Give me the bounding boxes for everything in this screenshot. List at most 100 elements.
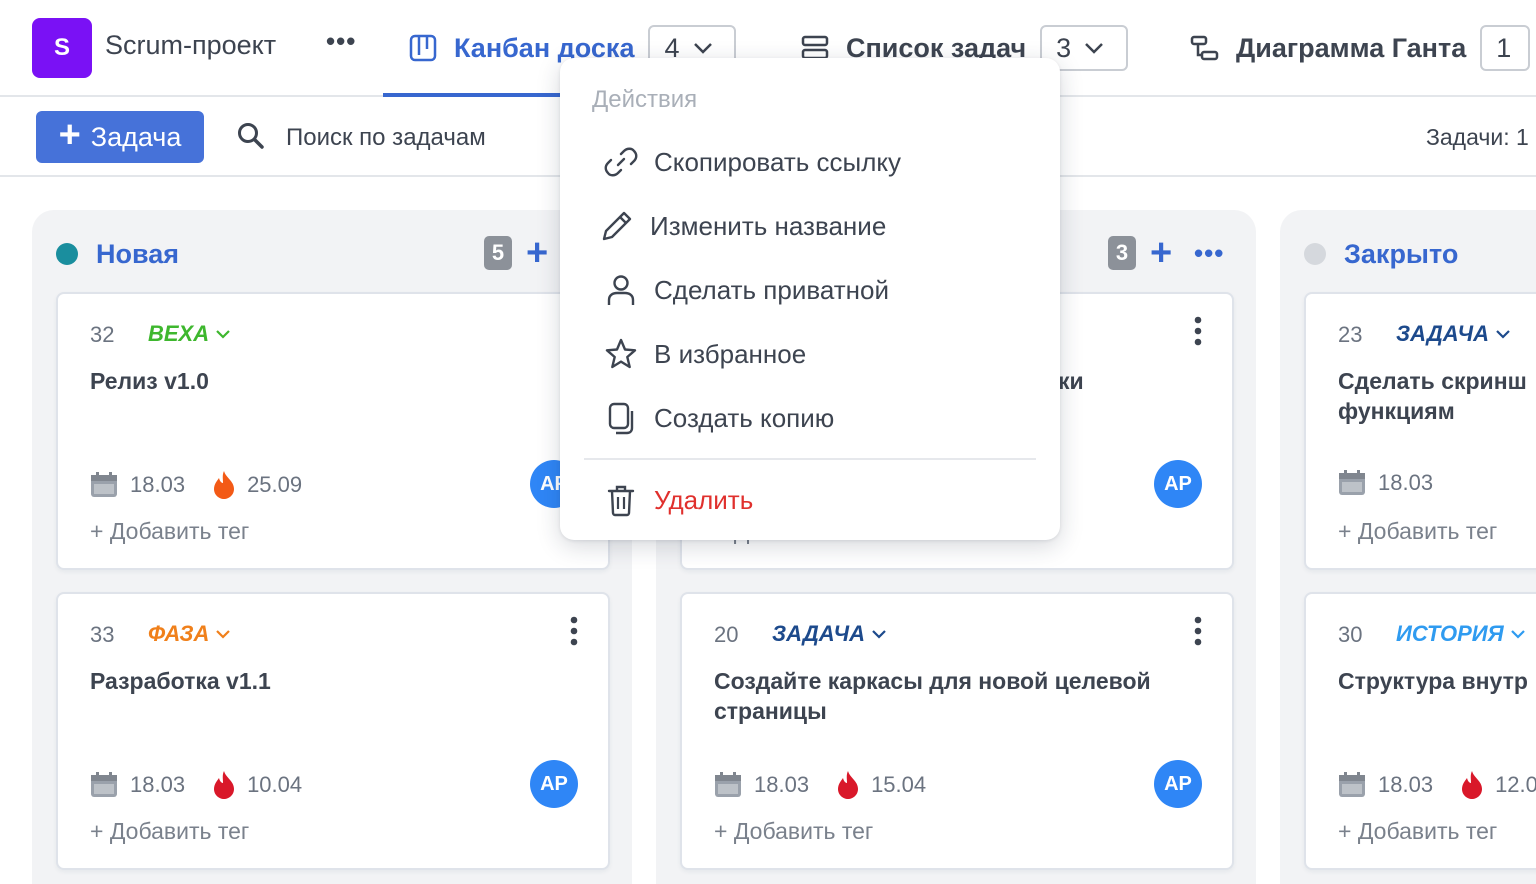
calendar-icon [1339, 470, 1365, 495]
project-more-icon[interactable]: ••• [326, 26, 356, 57]
task-card[interactable]: 30 ИСТОРИЯ Структура внутр 18.03 12.0 + … [1304, 592, 1536, 870]
task-dates: 18.03 15.04 [714, 770, 926, 800]
kebab-menu-icon[interactable] [1194, 616, 1202, 646]
task-title[interactable]: Сделать скринш функциям [1338, 366, 1536, 426]
chevron-down-icon [1085, 43, 1104, 54]
tasks-count: Задачи: 1 [1426, 124, 1529, 150]
copy-icon [608, 402, 634, 435]
task-type-dropdown[interactable]: ВЕХА [148, 321, 231, 347]
calendar-icon [91, 772, 117, 797]
task-card[interactable]: 20 ЗАДАЧА Создайте каркасы для новой цел… [680, 592, 1234, 870]
task-start-date: 18.03 [1378, 772, 1434, 797]
menu-item-make-private[interactable]: Сделать приватной [604, 266, 889, 314]
add-tag-button[interactable]: + Добавить тег [714, 818, 873, 845]
chevron-down-icon [1510, 630, 1525, 639]
task-type-label: ВЕХА [148, 321, 210, 346]
chevron-down-icon [872, 630, 886, 639]
calendar-icon [715, 772, 741, 797]
gantt-icon [1190, 35, 1219, 61]
task-dates: 18.03 25.09 [90, 470, 302, 500]
task-dates: 18.03 12.0 [1338, 770, 1536, 800]
add-tag-button[interactable]: + Добавить тег [1338, 818, 1497, 845]
task-type-label: ЗАДАЧА [1396, 321, 1489, 346]
menu-item-label: Скопировать ссылку [654, 146, 902, 177]
menu-item-duplicate[interactable]: Создать копию [604, 394, 834, 442]
menu-item-label: В избранное [654, 338, 807, 369]
calendar-icon [91, 472, 117, 497]
search-icon[interactable] [236, 121, 266, 151]
task-type-label: ИСТОРИЯ [1396, 621, 1504, 646]
trash-icon [607, 485, 635, 517]
task-type-dropdown[interactable]: ЗАДАЧА [1396, 321, 1511, 347]
fire-icon [838, 771, 859, 799]
column-title[interactable]: Новая [96, 239, 179, 270]
menu-item-copy-link[interactable]: Скопировать ссылку [604, 138, 901, 186]
task-start-date: 18.03 [754, 772, 810, 797]
menu-item-label: Сделать приватной [654, 274, 890, 305]
actions-menu: Действия Скопировать ссылку Изменить наз… [560, 58, 1060, 540]
column-add-icon[interactable]: + [1150, 234, 1172, 272]
task-card[interactable]: 23 ЗАДАЧА Сделать скринш функциям 18.03 … [1304, 292, 1536, 570]
fire-icon [1462, 771, 1483, 799]
task-type-dropdown[interactable]: ИСТОРИЯ [1396, 621, 1526, 647]
task-card[interactable]: 33 ФАЗА Разработка v1.1 18.03 10.04 AP +… [56, 592, 610, 870]
assignee-avatar[interactable]: AP [1154, 460, 1202, 508]
column-title[interactable]: Закрыто [1344, 239, 1458, 270]
task-title[interactable]: Создайте каркасы для новой целевой стран… [714, 666, 1192, 726]
task-number: 23 [1338, 322, 1363, 347]
column-header: Закрыто [1304, 236, 1536, 272]
menu-item-delete[interactable]: Удалить [604, 476, 753, 524]
tab-gantt-count-dropdown[interactable]: 1 [1480, 25, 1531, 71]
column-add-icon[interactable]: + [526, 234, 548, 272]
kebab-menu-icon[interactable] [1194, 316, 1202, 346]
add-tag-button[interactable]: + Добавить тег [1338, 518, 1497, 545]
task-due-date: 15.04 [871, 772, 927, 797]
task-number: 20 [714, 622, 739, 647]
user-icon [607, 275, 635, 305]
task-type-dropdown[interactable]: ФАЗА [148, 621, 231, 647]
task-number: 30 [1338, 622, 1363, 647]
plus-icon: + [58, 114, 81, 156]
add-tag-button[interactable]: + Добавить тег [90, 518, 249, 545]
star-icon [605, 338, 637, 369]
status-dot [56, 243, 78, 265]
project-avatar[interactable]: S [32, 18, 92, 78]
column-new: Новая 5 + 32 ВЕХА Релиз v1.0 18.03 25.09… [32, 210, 632, 884]
tab-gantt[interactable]: Диаграмма Ганта 1 [1190, 24, 1531, 72]
fire-icon [214, 771, 235, 799]
add-tag-button[interactable]: + Добавить тег [90, 818, 249, 845]
chevron-down-icon [216, 330, 230, 339]
link-icon [604, 147, 638, 177]
assignee-avatar[interactable]: AP [530, 760, 578, 808]
task-title[interactable]: Структура внутр [1338, 666, 1536, 696]
column-more-icon[interactable]: ••• [1194, 238, 1224, 269]
calendar-icon [1339, 772, 1365, 797]
project-name[interactable]: Scrum-проект [105, 30, 276, 61]
tab-gantt-count: 1 [1496, 32, 1512, 63]
tab-gantt-label: Диаграмма Ганта [1236, 32, 1467, 63]
task-dates: 18.03 [1338, 470, 1433, 496]
task-title[interactable]: ки [1058, 366, 1192, 396]
menu-item-label: Создать копию [654, 402, 835, 433]
add-task-label: Задача [90, 121, 182, 152]
chevron-down-icon [216, 630, 231, 639]
task-due-date: 25.09 [247, 472, 303, 497]
task-type-label: ЗАДАЧА [772, 621, 865, 646]
tab-list-count: 3 [1056, 32, 1072, 63]
task-type-dropdown[interactable]: ЗАДАЧА [772, 621, 887, 647]
pencil-icon [602, 211, 632, 241]
task-title[interactable]: Разработка v1.1 [90, 666, 568, 696]
menu-item-rename[interactable]: Изменить название [600, 202, 886, 250]
kebab-menu-icon[interactable] [570, 616, 578, 646]
add-task-button[interactable]: + Задача [36, 111, 204, 163]
chevron-down-icon [1496, 330, 1510, 339]
task-title[interactable]: Релиз v1.0 [90, 366, 568, 396]
task-number: 32 [90, 322, 115, 347]
assignee-avatar[interactable]: AP [1154, 760, 1202, 808]
chevron-down-icon [693, 43, 712, 54]
search-input[interactable]: Поиск по задачам [286, 124, 486, 152]
menu-item-label: Удалить [654, 484, 754, 515]
menu-item-favorite[interactable]: В избранное [604, 330, 806, 378]
column-closed: Закрыто 23 ЗАДАЧА Сделать скринш функция… [1280, 210, 1536, 884]
task-card[interactable]: 32 ВЕХА Релиз v1.0 18.03 25.09 AP + Доба… [56, 292, 610, 570]
